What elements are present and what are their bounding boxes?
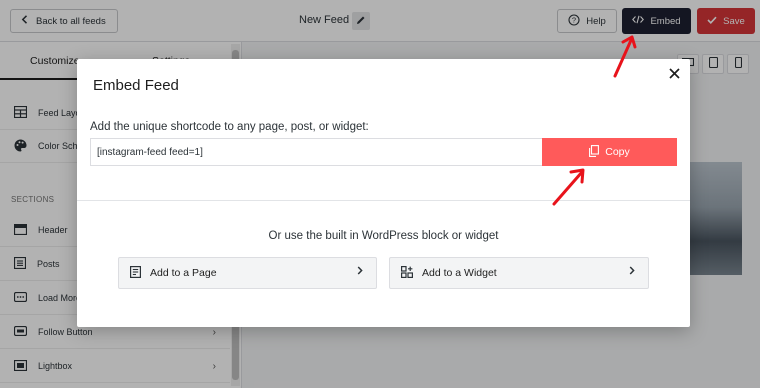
close-button[interactable] — [666, 67, 682, 83]
add-to-widget-button[interactable]: Add to a Widget — [389, 257, 649, 289]
block-widget-hint: Or use the built in WordPress block or w… — [268, 230, 499, 242]
embed-feed-modal: Embed Feed Add the unique shortcode to a… — [77, 59, 690, 327]
copy-icon — [589, 144, 600, 160]
close-icon — [668, 66, 680, 84]
copy-label: Copy — [605, 146, 630, 158]
widget-icon — [401, 265, 414, 281]
shortcode-label: Add the unique shortcode to any page, po… — [90, 121, 369, 133]
add-to-page-label: Add to a Page — [150, 267, 217, 279]
annotation-arrow-icon — [613, 35, 637, 78]
chevron-right-icon — [629, 266, 635, 278]
chevron-right-icon — [357, 266, 363, 278]
copy-button[interactable]: Copy — [542, 138, 677, 166]
add-to-page-button[interactable]: Add to a Page — [118, 257, 377, 289]
modal-divider — [77, 200, 690, 201]
add-to-widget-label: Add to a Widget — [422, 267, 497, 279]
shortcode-input[interactable] — [90, 138, 542, 166]
page-icon — [130, 265, 142, 281]
modal-title: Embed Feed — [93, 77, 179, 94]
annotation-arrow-icon — [552, 168, 585, 206]
